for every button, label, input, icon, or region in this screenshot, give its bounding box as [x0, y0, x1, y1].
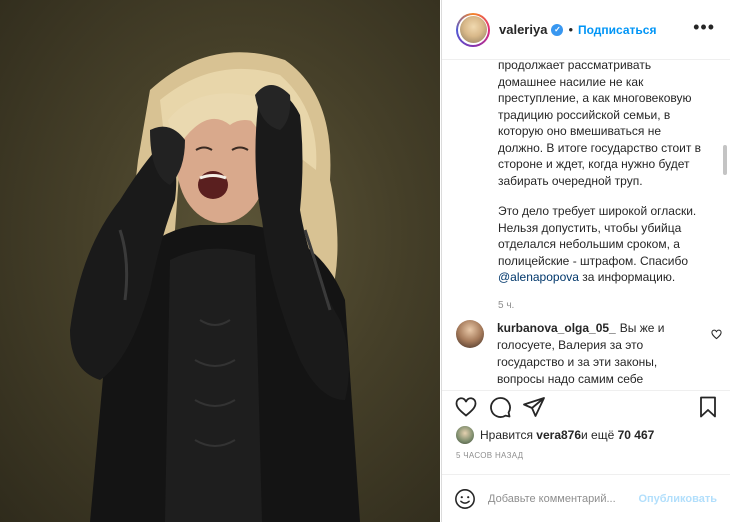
liker-username[interactable]: vera876: [536, 428, 581, 442]
comments-scrollbar[interactable]: [723, 145, 727, 175]
bookmark-icon[interactable]: [696, 395, 720, 419]
mention-link[interactable]: @alenapopova: [498, 270, 579, 284]
action-bar: [442, 390, 730, 426]
more-options-icon[interactable]: •••: [693, 18, 715, 36]
comment-bubble-icon[interactable]: [488, 395, 512, 419]
post-photo[interactable]: [0, 0, 440, 522]
comment-like-heart-icon[interactable]: [711, 329, 722, 340]
comment-item: kurbanova_olga_05_ Вы же и голосуете, Вал…: [456, 320, 726, 388]
caption-paragraph: продолжает рассматривать домашнее насили…: [498, 61, 702, 188]
photo-illustration: [70, 52, 360, 522]
add-comment-bar: Опубликовать: [442, 474, 730, 522]
post-side-panel: valeriya ✓ • Подписаться ••• продолжает …: [441, 0, 730, 522]
post-caption: продолжает рассматривать домашнее насили…: [498, 61, 708, 314]
caption-paragraph: Это дело требует широкой огласки. Нельзя…: [498, 203, 708, 286]
likes-line: Нравится vera876 и ещё 70 467: [456, 426, 654, 444]
liker-avatar[interactable]: [456, 426, 474, 444]
caption-text: за информацию.: [578, 270, 676, 284]
paper-plane-icon[interactable]: [522, 395, 546, 419]
verified-badge-icon: ✓: [551, 23, 564, 36]
publish-button[interactable]: Опубликовать: [638, 493, 717, 505]
header-separator: •: [568, 22, 573, 37]
follow-button[interactable]: Подписаться: [578, 23, 656, 37]
commenter-username[interactable]: kurbanova_olga_05_: [497, 321, 616, 335]
caption-timestamp: 5 ч.: [498, 299, 515, 311]
commenter-avatar[interactable]: [456, 320, 484, 348]
likes-prefix: Нравится: [480, 428, 533, 442]
caption-text: Это дело требует широкой огласки. Нельзя…: [498, 204, 697, 268]
comment-input[interactable]: [488, 492, 638, 505]
author-avatar[interactable]: [456, 12, 490, 47]
smiley-icon[interactable]: [454, 488, 476, 510]
author-username[interactable]: valeriya: [499, 22, 547, 37]
post-header: valeriya ✓ • Подписаться •••: [442, 0, 730, 60]
post-timestamp[interactable]: 5 часов назад: [456, 451, 523, 460]
likes-middle: и ещё: [581, 428, 615, 442]
heart-icon[interactable]: [454, 395, 478, 419]
comments-area[interactable]: продолжает рассматривать домашнее насили…: [442, 61, 730, 390]
comment-text: kurbanova_olga_05_ Вы же и голосуете, Вал…: [497, 320, 697, 388]
likes-count[interactable]: 70 467: [618, 428, 655, 442]
